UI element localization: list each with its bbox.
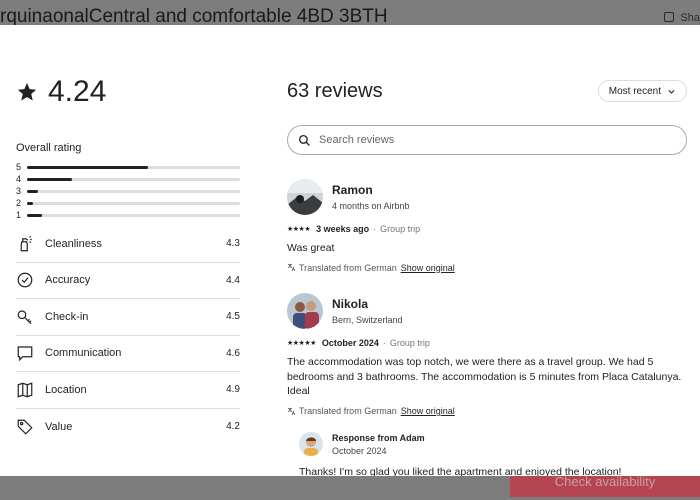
sort-label: Most recent bbox=[608, 85, 661, 97]
distribution-track bbox=[27, 189, 240, 193]
avatar[interactable] bbox=[287, 293, 323, 329]
trip-type: Group trip bbox=[389, 338, 430, 348]
tag-icon bbox=[16, 418, 34, 436]
distribution-label: 3 bbox=[16, 186, 22, 196]
check-circle-icon bbox=[16, 271, 34, 289]
reviewer-name[interactable]: Ramon bbox=[332, 183, 410, 197]
distribution-row: 5 bbox=[16, 161, 240, 173]
translation-label: Translated from German bbox=[299, 262, 397, 273]
host-avatar[interactable] bbox=[299, 432, 323, 457]
distribution-fill bbox=[27, 177, 72, 181]
category-label: Cleanliness bbox=[45, 237, 102, 250]
reviewer-subtitle: 4 months on Airbnb bbox=[332, 201, 410, 211]
distribution-row: 3 bbox=[16, 185, 240, 197]
category-label: Communication bbox=[45, 347, 122, 360]
translate-icon bbox=[288, 263, 296, 272]
review-date: 3 weeks ago bbox=[316, 224, 370, 234]
distribution-label: 1 bbox=[16, 210, 22, 220]
category-label: Value bbox=[45, 420, 73, 433]
category-score: 4.9 bbox=[226, 384, 240, 396]
review-item: Nikola Bern, Switzerland ★★★★★ October 2… bbox=[287, 293, 687, 476]
rating-value: 4.24 bbox=[48, 75, 107, 108]
key-icon bbox=[16, 308, 34, 326]
distribution-track bbox=[27, 213, 240, 217]
category-label: Location bbox=[45, 383, 87, 396]
avatar[interactable] bbox=[287, 179, 323, 215]
distribution-track bbox=[27, 201, 240, 205]
response-date: October 2024 bbox=[332, 445, 387, 456]
category-cleanliness: Cleanliness 4.3 bbox=[16, 226, 240, 263]
overall-rating: 4.24 bbox=[16, 75, 106, 109]
host-response: Response from Adam October 2024 Thanks! … bbox=[299, 432, 687, 476]
share-label: Sha bbox=[680, 12, 700, 24]
review-text: The accommodation was top notch, we were… bbox=[287, 356, 682, 398]
show-original-link[interactable]: Show original bbox=[401, 406, 455, 416]
category-check-in: Check-in 4.5 bbox=[16, 299, 240, 336]
translate-icon bbox=[288, 407, 296, 415]
response-title: Response from Adam bbox=[332, 432, 425, 443]
review-stars: ★★★★ bbox=[287, 226, 311, 233]
category-score: 4.4 bbox=[226, 274, 240, 286]
distribution-row: 1 bbox=[16, 209, 240, 221]
distribution-label: 2 bbox=[16, 198, 22, 208]
category-value: Value 4.2 bbox=[16, 409, 240, 446]
category-location: Location 4.9 bbox=[16, 372, 240, 409]
distribution-row: 2 bbox=[16, 197, 240, 209]
distribution-track bbox=[27, 165, 240, 169]
distribution-label: 4 bbox=[16, 174, 22, 184]
response-text: Thanks! I'm so glad you liked the apartm… bbox=[299, 466, 622, 476]
map-icon bbox=[16, 381, 34, 399]
share-icon bbox=[664, 12, 675, 22]
review-text: Was great bbox=[287, 242, 335, 254]
distribution-label: 5 bbox=[16, 162, 22, 172]
reviewer-name[interactable]: Nikola bbox=[332, 297, 403, 311]
category-ratings: Cleanliness 4.3 Accuracy 4.4 Check-in 4.… bbox=[16, 226, 240, 445]
category-label: Check-in bbox=[45, 310, 89, 323]
category-score: 4.6 bbox=[226, 347, 240, 359]
sort-dropdown[interactable]: Most recent bbox=[597, 80, 687, 102]
category-score: 4.3 bbox=[226, 238, 240, 250]
reviews-count: 63 reviews bbox=[287, 80, 383, 102]
review-item: Ramon 4 months on Airbnb ★★★★ 3 weeks ag… bbox=[287, 179, 687, 273]
review-stars: ★★★★★ bbox=[287, 340, 316, 347]
rating-summary: 4.24 Overall rating 5 4 3 2 1 Cleanlines… bbox=[0, 25, 255, 476]
translation-note: Translated from German Show original bbox=[287, 406, 687, 416]
separator-dot: · bbox=[382, 338, 386, 348]
distribution-fill bbox=[27, 213, 42, 217]
distribution-row: 4 bbox=[16, 173, 240, 185]
translation-label: Translated from German bbox=[299, 406, 397, 417]
separator-dot: · bbox=[373, 224, 377, 234]
star-icon bbox=[17, 82, 37, 101]
category-label: Accuracy bbox=[45, 274, 91, 287]
distribution-fill bbox=[27, 201, 34, 205]
category-communication: Communication 4.6 bbox=[16, 336, 240, 372]
reviewer-subtitle: Bern, Switzerland bbox=[332, 315, 403, 325]
category-accuracy: Accuracy 4.4 bbox=[16, 263, 240, 299]
search-input[interactable] bbox=[319, 134, 619, 146]
distribution-fill bbox=[27, 165, 149, 169]
search-icon bbox=[298, 134, 310, 146]
distribution-track bbox=[27, 177, 240, 181]
category-score: 4.2 bbox=[226, 421, 240, 433]
translation-note: Translated from German Show original bbox=[287, 263, 687, 273]
reviews-panel: 63 reviews Most recent Ramon 4 months on… bbox=[287, 25, 687, 476]
reviews-modal: 4.24 Overall rating 5 4 3 2 1 Cleanlines… bbox=[0, 25, 700, 476]
chevron-down-icon bbox=[668, 89, 675, 94]
spray-bottle-icon bbox=[16, 235, 34, 253]
trip-type: Group trip bbox=[380, 224, 421, 234]
share-button[interactable]: Sha bbox=[664, 12, 700, 24]
show-original-link[interactable]: Show original bbox=[401, 263, 455, 273]
category-score: 4.5 bbox=[226, 311, 240, 323]
distribution-fill bbox=[27, 189, 38, 193]
rating-distribution: 5 4 3 2 1 bbox=[16, 161, 240, 221]
chat-bubble-icon bbox=[16, 344, 34, 362]
overall-rating-label: Overall rating bbox=[16, 142, 82, 154]
review-date: October 2024 bbox=[321, 338, 379, 348]
search-bar[interactable] bbox=[287, 125, 687, 155]
